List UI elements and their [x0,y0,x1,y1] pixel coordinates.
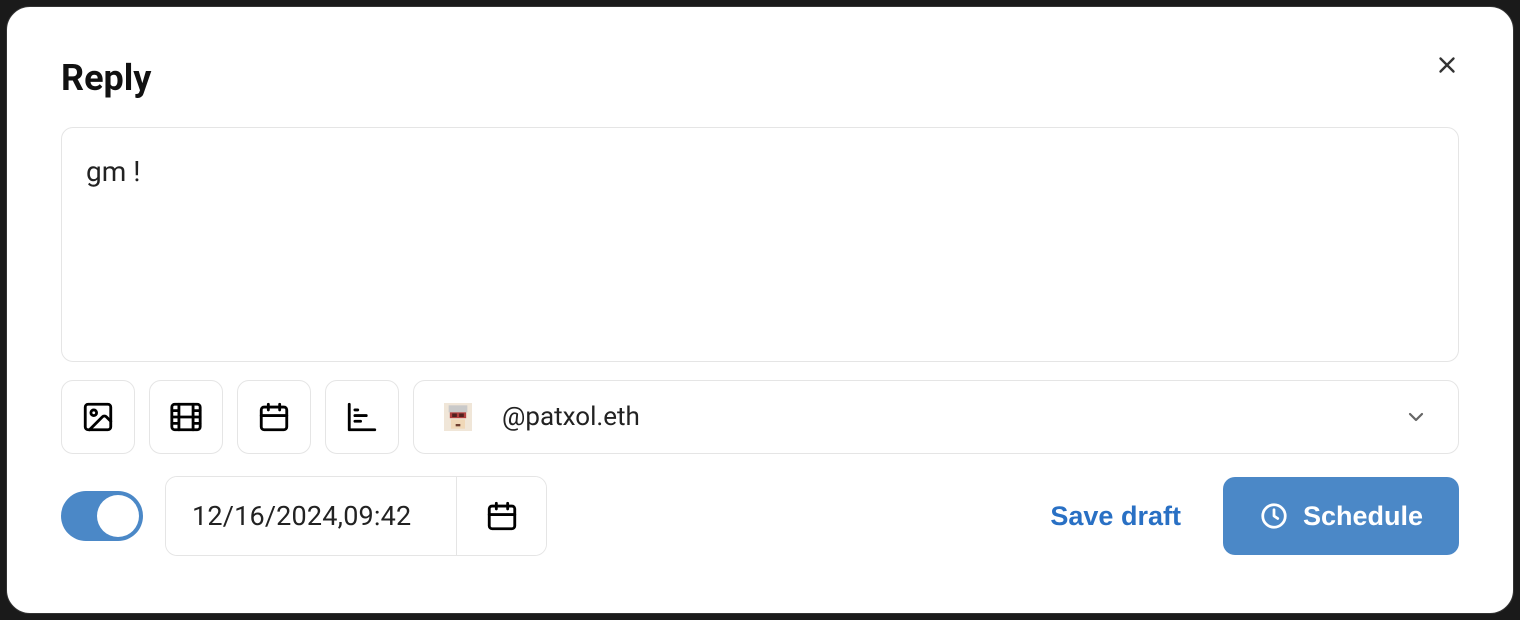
toggle-knob [97,495,139,537]
clock-icon [1259,501,1289,531]
account-handle: @patxol.eth [502,402,640,432]
account-selector[interactable]: @patxol.eth [413,380,1459,454]
add-video-button[interactable] [149,380,223,454]
bar-chart-icon [345,400,379,434]
datetime-group [165,476,547,556]
calendar-icon [257,400,291,434]
image-icon [81,400,115,434]
reply-modal: Reply [6,6,1514,614]
schedule-toggle[interactable] [61,491,143,541]
datetime-input[interactable] [166,477,456,555]
reply-textarea[interactable] [61,127,1459,362]
datetime-picker-button[interactable] [456,477,546,555]
bottom-row: Save draft Schedule [61,476,1459,556]
schedule-button[interactable]: Schedule [1223,477,1459,555]
chevron-down-icon [1404,405,1428,429]
close-button[interactable] [1427,45,1467,85]
schedule-button-label: Schedule [1303,501,1423,532]
save-draft-button[interactable]: Save draft [1050,501,1181,532]
account-avatar [444,403,472,431]
calendar-icon [485,499,519,533]
add-image-button[interactable] [61,380,135,454]
film-icon [169,400,203,434]
add-poll-button[interactable] [325,380,399,454]
modal-title: Reply [61,57,1459,99]
compose-toolbar: @patxol.eth [61,380,1459,454]
schedule-date-button[interactable] [237,380,311,454]
close-icon [1434,52,1460,78]
